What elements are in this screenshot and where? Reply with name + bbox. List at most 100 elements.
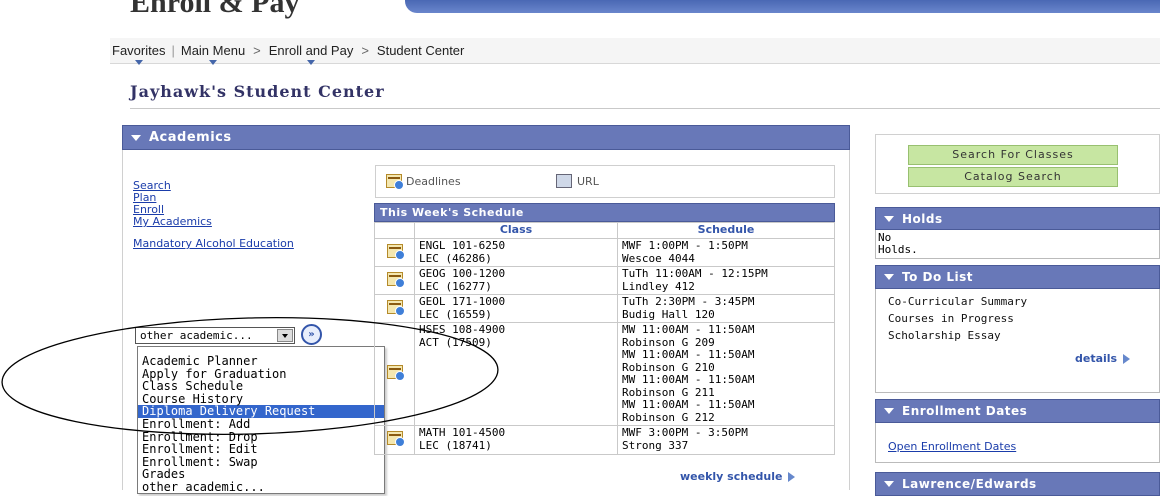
enrollment-dates-header[interactable]: Enrollment Dates bbox=[875, 399, 1160, 423]
class-line: LEC (46286) bbox=[419, 251, 492, 265]
schedule-line: MWF 3:00PM - 3:50PM bbox=[622, 426, 748, 439]
schedule-row: ENGL 101-6250 LEC (46286) MWF 1:00PM - 1:5… bbox=[374, 238, 835, 267]
select-value: other academic... bbox=[140, 329, 253, 342]
todo-header[interactable]: To Do List bbox=[875, 265, 1160, 289]
search-for-classes-button[interactable]: Search For Classes bbox=[908, 145, 1118, 165]
weekly-schedule-label: weekly schedule bbox=[680, 470, 783, 483]
schedule-row: GEOL 171-1000 LEC (16559) TuTh 2:30PM - 3:… bbox=[374, 294, 835, 323]
nav-divider bbox=[110, 63, 1160, 64]
breadcrumb-pipe: | bbox=[171, 43, 175, 58]
schedule-column-header: Schedule bbox=[617, 222, 835, 239]
todo-body: Co-Curricular Summary Courses in Progres… bbox=[875, 289, 1160, 393]
class-line: GEOL 171-1000 bbox=[419, 295, 506, 308]
schedule-line: MW 11:00AM - 11:50AM bbox=[622, 323, 755, 336]
schedule-icon-cell bbox=[374, 425, 415, 455]
schedule-line: Budig Hall 120 bbox=[622, 307, 715, 321]
breadcrumb-favorites[interactable]: Favorites bbox=[112, 43, 165, 65]
holds-text-line: No bbox=[878, 231, 892, 244]
calendar-icon[interactable] bbox=[386, 431, 405, 448]
details-label: details bbox=[1075, 352, 1118, 365]
deadlines-button[interactable]: Deadlines bbox=[386, 174, 461, 190]
holds-header[interactable]: Holds bbox=[875, 207, 1160, 230]
collapse-triangle-icon bbox=[884, 408, 894, 414]
dropdown-option[interactable]: Enrollment: Add bbox=[138, 418, 384, 431]
icon-column-header bbox=[374, 222, 415, 239]
chevron-down-icon[interactable] bbox=[277, 329, 293, 342]
breadcrumb-separator: > bbox=[361, 43, 369, 58]
schedule-cell: TuTh 2:30PM - 3:45PM Budig Hall 120 bbox=[617, 294, 835, 323]
schedule-row: MATH 101-4500 LEC (18741) MWF 3:00PM - 3:5… bbox=[374, 425, 835, 455]
schedule-icon-cell bbox=[374, 294, 415, 323]
todo-header-label: To Do List bbox=[902, 270, 974, 284]
link-mandatory-alcohol-education[interactable]: Mandatory Alcohol Education bbox=[133, 238, 294, 250]
todo-item[interactable]: Courses in Progress bbox=[888, 310, 1147, 327]
dropdown-option[interactable]: Academic Planner bbox=[138, 355, 384, 368]
class-cell: GEOL 171-1000 LEC (16559) bbox=[414, 294, 618, 323]
class-cell: HSES 108-4900 ACT (17509) bbox=[414, 322, 618, 426]
page-title: Jayhawk's Student Center bbox=[130, 82, 385, 101]
collapse-triangle-icon bbox=[884, 274, 894, 280]
class-column-header: Class bbox=[414, 222, 618, 239]
class-cell: GEOG 100-1200 LEC (16277) bbox=[414, 266, 618, 295]
schedule-table: Class Schedule ENGL 101-6250 LEC (46286) M… bbox=[374, 222, 835, 455]
enrollment-dates-body: Open Enrollment Dates bbox=[875, 423, 1160, 463]
calendar-icon[interactable] bbox=[386, 271, 405, 288]
dropdown-option[interactable]: Class Schedule bbox=[138, 380, 384, 393]
weekly-schedule-link[interactable]: weekly schedule bbox=[680, 470, 796, 483]
collapse-triangle-icon bbox=[884, 481, 894, 487]
class-cell: MATH 101-4500 LEC (18741) bbox=[414, 425, 618, 455]
details-link[interactable]: details bbox=[1075, 352, 1131, 365]
schedule-line: TuTh 2:30PM - 3:45PM bbox=[622, 295, 755, 308]
breadcrumb-separator: > bbox=[253, 43, 261, 58]
collapse-triangle-icon bbox=[131, 134, 141, 141]
holds-body: No Holds. bbox=[875, 230, 1160, 259]
other-academic-select[interactable]: other academic... bbox=[135, 327, 295, 344]
breadcrumb-main-menu[interactable]: Main Menu bbox=[181, 43, 245, 65]
schedule-cell: TuTh 11:00AM - 12:15PM Lindley 412 bbox=[617, 266, 835, 295]
academics-header[interactable]: Academics bbox=[122, 125, 850, 150]
class-line: LEC (16277) bbox=[419, 279, 492, 293]
calendar-icon[interactable] bbox=[386, 299, 405, 316]
dropdown-option[interactable]: other academic... bbox=[138, 481, 384, 494]
academics-header-label: Academics bbox=[149, 130, 232, 145]
class-line: ACT (17509) bbox=[419, 335, 492, 349]
schedule-cell: MW 11:00AM - 11:50AM Robinson G 209 MW 11:… bbox=[617, 322, 835, 426]
app-title: Enroll & Pay bbox=[130, 0, 300, 19]
lawrence-edwards-label: Lawrence/Edwards bbox=[902, 477, 1037, 491]
collapse-triangle-icon bbox=[884, 215, 894, 222]
schedule-line: TuTh 11:00AM - 12:15PM bbox=[622, 267, 768, 280]
schedule-header: This Week's Schedule bbox=[374, 203, 835, 222]
schedule-line: MW 11:00AM - 11:50AM bbox=[622, 348, 755, 361]
breadcrumb-current: Student Center bbox=[376, 43, 465, 58]
schedule-icon-cell bbox=[374, 322, 415, 426]
class-cell: ENGL 101-6250 LEC (46286) bbox=[414, 238, 618, 267]
enrollment-dates-label: Enrollment Dates bbox=[902, 404, 1028, 418]
class-line: ENGL 101-6250 bbox=[419, 239, 506, 252]
open-enrollment-dates-link[interactable]: Open Enrollment Dates bbox=[888, 440, 1016, 453]
holds-text-line: Holds. bbox=[878, 243, 918, 256]
catalog-search-button[interactable]: Catalog Search bbox=[908, 167, 1118, 187]
calendar-icon bbox=[386, 174, 404, 190]
todo-item[interactable]: Scholarship Essay bbox=[888, 327, 1147, 344]
schedule-line: MW 11:00AM - 11:50AM bbox=[622, 398, 755, 411]
schedule-line: Lindley 412 bbox=[622, 279, 695, 293]
calendar-icon[interactable] bbox=[386, 243, 405, 260]
url-button[interactable]: URL bbox=[556, 174, 599, 188]
schedule-line: Robinson G 212 bbox=[622, 410, 715, 424]
holds-header-label: Holds bbox=[902, 211, 943, 226]
class-line: LEC (16559) bbox=[419, 307, 492, 321]
dropdown-option[interactable]: Enrollment: Edit bbox=[138, 443, 384, 456]
breadcrumb: Favorites | Main Menu > Enroll and Pay > Stude… bbox=[112, 43, 465, 65]
breadcrumb-enroll-and-pay[interactable]: Enroll and Pay bbox=[269, 43, 353, 65]
schedule-cell: MWF 3:00PM - 3:50PM Strong 337 bbox=[617, 425, 835, 455]
schedule-cell: MWF 1:00PM - 1:50PM Wescoe 4044 bbox=[617, 238, 835, 267]
schedule-icon-cell bbox=[374, 238, 415, 267]
class-line: LEC (18741) bbox=[419, 438, 492, 452]
lawrence-edwards-header[interactable]: Lawrence/Edwards bbox=[875, 472, 1160, 496]
todo-item[interactable]: Co-Curricular Summary bbox=[888, 293, 1147, 310]
class-line: HSES 108-4900 bbox=[419, 323, 506, 336]
schedule-row: HSES 108-4900 ACT (17509) MW 11:00AM - 11:… bbox=[374, 322, 835, 426]
go-button[interactable]: » bbox=[301, 324, 322, 345]
link-my-academics[interactable]: My Academics bbox=[133, 216, 212, 228]
calendar-icon[interactable] bbox=[386, 365, 405, 382]
